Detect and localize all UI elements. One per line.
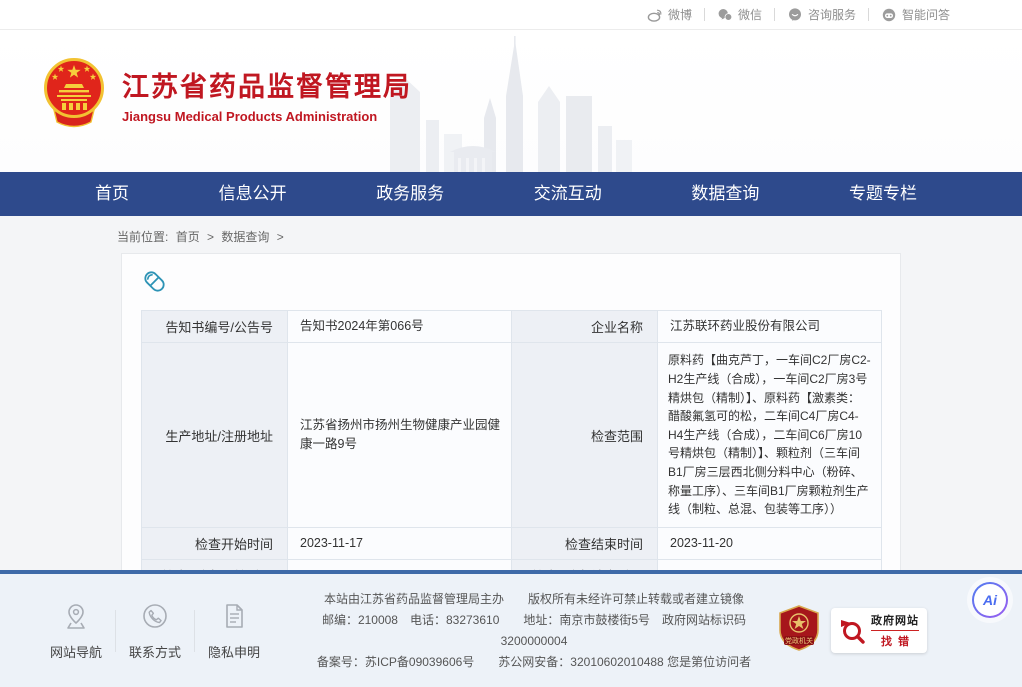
nav-item-data-query[interactable]: 数据查询 <box>681 172 769 216</box>
topbar: 微博 微信 咨询服务 智能问答 <box>0 0 1022 30</box>
wechat-link[interactable]: 微信 <box>705 6 774 23</box>
svg-text:党政机关: 党政机关 <box>785 636 813 645</box>
breadcrumb-separator: > <box>207 230 214 244</box>
city-skyline-watermark <box>388 34 638 172</box>
footer-divider <box>194 610 195 652</box>
consult-label: 咨询服务 <box>808 6 856 23</box>
national-emblem-logo <box>42 58 106 130</box>
robot-icon <box>881 7 897 23</box>
breadcrumb: 当前位置: 首页 > 数据查询 > <box>0 216 1022 253</box>
site-subtitle: Jiangsu Medical Products Administration <box>122 109 412 124</box>
nav-item-special-topics[interactable]: 专题专栏 <box>839 172 927 216</box>
footer-contact-label: 联系方式 <box>124 642 186 661</box>
notice-number-label: 告知书编号/公告号 <box>142 311 288 343</box>
inspection-scope-value: 原料药【曲克芦丁，一车间C2厂房C2-H2生产线（合成），一车间C2厂房3号精烘… <box>658 343 882 527</box>
nav-item-gov-services[interactable]: 政务服务 <box>366 172 454 216</box>
ai-assistant-label: Ai <box>974 584 1006 616</box>
wechat-icon <box>717 7 733 23</box>
breadcrumb-prefix: 当前位置: <box>117 230 168 244</box>
table-row: 告知书编号/公告号 告知书2024年第066号 企业名称 江苏联环药业股份有限公… <box>142 311 882 343</box>
end-date-value: 2023-11-20 <box>658 527 882 559</box>
start-date-value: 2023-11-17 <box>288 527 512 559</box>
brand[interactable]: 江苏省药品监督管理局 Jiangsu Medical Products Admi… <box>42 58 412 130</box>
footer-line-icp: 备案号：苏ICP备09039606号 苏公网安备：32010602010488 … <box>295 652 773 673</box>
wechat-label: 微信 <box>738 6 762 23</box>
breadcrumb-separator: > <box>277 230 284 244</box>
footer-nav: 网站导航 联系方式 隐私申明 <box>45 601 265 661</box>
breadcrumb-data-query-link[interactable]: 数据查询 <box>221 230 269 244</box>
footer-sitemap-link[interactable]: 网站导航 <box>45 601 107 661</box>
gov-site-error-report-badge[interactable]: 政府网站 找错 <box>831 608 927 653</box>
smart-qa-label: 智能问答 <box>902 6 950 23</box>
weibo-label: 微博 <box>668 6 692 23</box>
end-date-label: 检查结束时间 <box>512 527 658 559</box>
weibo-link[interactable]: 微博 <box>635 6 704 23</box>
map-pin-icon <box>61 601 91 631</box>
company-name-label: 企业名称 <box>512 311 658 343</box>
footer-badges: 党政机关 政府网站 找错 <box>777 605 927 656</box>
nav-item-info-disclosure[interactable]: 信息公开 <box>209 172 297 216</box>
content-area: 当前位置: 首页 > 数据查询 > 告知书编号/公告号 <box>0 216 1022 570</box>
chat-bubble-icon <box>787 7 803 23</box>
smart-qa-link[interactable]: 智能问答 <box>869 6 962 23</box>
address-value: 江苏省扬州市扬州生物健康产业园健康一路9号 <box>288 343 512 527</box>
address-label: 生产地址/注册地址 <box>142 343 288 527</box>
ai-assistant-button[interactable]: Ai <box>972 582 1008 618</box>
page: 微博 微信 咨询服务 智能问答 <box>0 0 1022 687</box>
site-title: 江苏省药品监督管理局 <box>122 65 412 104</box>
party-gov-badge[interactable]: 党政机关 <box>777 605 821 656</box>
footer-privacy-link[interactable]: 隐私申明 <box>203 601 265 661</box>
footer-line-contact: 邮编：210008 电话：83273610 地址：南京市鼓楼街5号 政府网站标识… <box>295 610 773 652</box>
weibo-icon <box>647 7 663 23</box>
footer-line-host: 本站由江苏省药品监督管理局主办 版权所有未经许可禁止转载或者建立镜像 <box>295 589 773 610</box>
party-gov-shield-icon: 党政机关 <box>777 605 821 651</box>
start-date-label: 检查开始时间 <box>142 527 288 559</box>
nav-item-interaction[interactable]: 交流互动 <box>524 172 612 216</box>
footer-info: 本站由江苏省药品监督管理局主办 版权所有未经许可禁止转载或者建立镜像 邮编：21… <box>265 589 777 673</box>
finderr-rule <box>871 630 919 631</box>
main-nav: 首页 信息公开 政务服务 交流互动 数据查询 专题专栏 <box>0 172 1022 216</box>
footer-contact-link[interactable]: 联系方式 <box>124 601 186 661</box>
table-row: 检查开始时间 2023-11-17 检查结束时间 2023-11-20 <box>142 527 882 559</box>
pill-capsule-icon <box>141 268 881 300</box>
finderr-action: 找错 <box>875 633 915 649</box>
phone-icon <box>140 601 170 631</box>
footer-sitemap-label: 网站导航 <box>45 642 107 661</box>
breadcrumb-home-link[interactable]: 首页 <box>176 230 200 244</box>
nav-item-home[interactable]: 首页 <box>85 172 139 216</box>
consult-link[interactable]: 咨询服务 <box>775 6 868 23</box>
finderr-title: 政府网站 <box>871 612 919 628</box>
notice-number-value: 告知书2024年第066号 <box>288 311 512 343</box>
footer-divider <box>115 610 116 652</box>
company-name-value: 江苏联环药业股份有限公司 <box>658 311 882 343</box>
table-row: 生产地址/注册地址 江苏省扬州市扬州生物健康产业园健康一路9号 检查范围 原料药… <box>142 343 882 527</box>
site-header: 江苏省药品监督管理局 Jiangsu Medical Products Admi… <box>0 30 1022 172</box>
magnifier-flag-icon <box>839 618 865 644</box>
footer-privacy-label: 隐私申明 <box>203 642 265 661</box>
site-footer: 网站导航 联系方式 隐私申明 <box>0 570 1022 687</box>
inspection-scope-label: 检查范围 <box>512 343 658 527</box>
document-icon <box>219 601 249 631</box>
